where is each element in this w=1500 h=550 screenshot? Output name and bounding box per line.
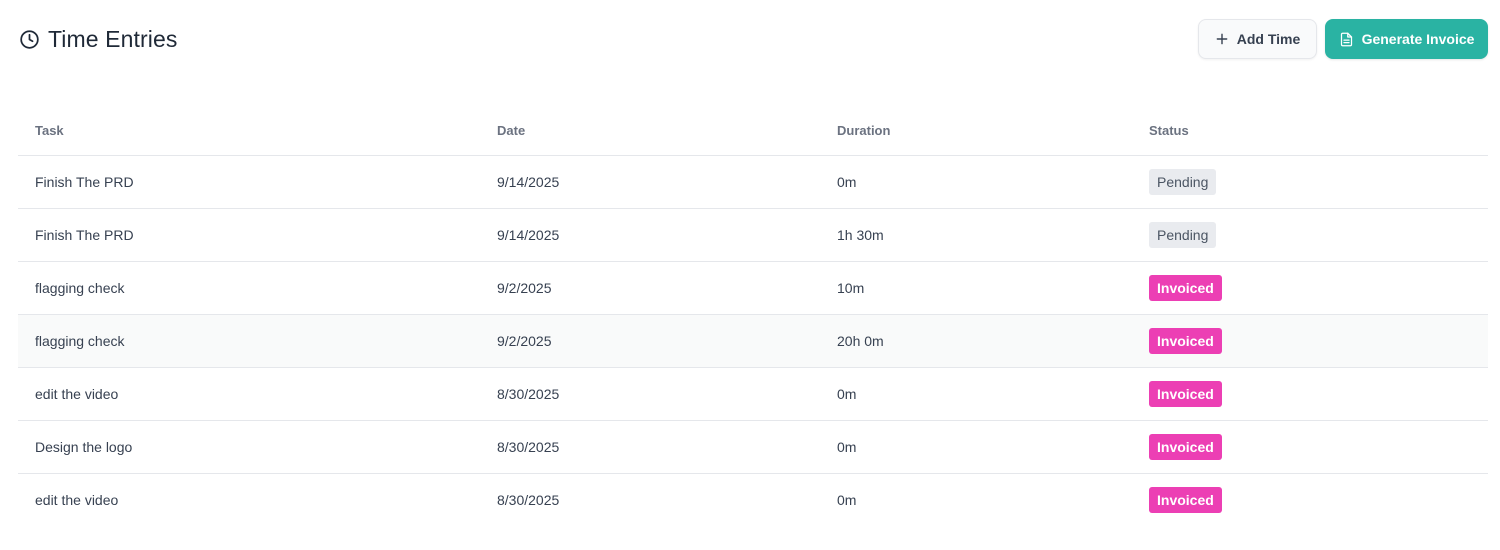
title-group: Time Entries: [18, 26, 177, 53]
status-badge: Pending: [1149, 169, 1217, 195]
plus-icon: [1215, 32, 1229, 46]
task-cell: Finish The PRD: [35, 227, 134, 243]
date-cell: 8/30/2025: [497, 386, 560, 402]
task-cell: edit the video: [35, 386, 119, 402]
table-row[interactable]: Design the logo 8/30/2025 0m Invoiced: [18, 421, 1488, 474]
date-cell: 8/30/2025: [497, 492, 560, 508]
table-header-row: Task Date Duration Status: [18, 105, 1488, 156]
time-entries-page: Time Entries Add Time Generate Invoice T…: [0, 0, 1500, 550]
duration-cell: 0m: [837, 174, 857, 190]
header-actions: Add Time Generate Invoice: [1198, 19, 1488, 59]
duration-cell: 0m: [837, 439, 857, 455]
add-time-label: Add Time: [1236, 31, 1301, 47]
clock-icon: [18, 29, 40, 51]
column-header-task[interactable]: Task: [35, 123, 64, 138]
page-header: Time Entries Add Time Generate Invoice: [18, 0, 1488, 80]
date-cell: 8/30/2025: [497, 439, 560, 455]
table-row[interactable]: edit the video 8/30/2025 0m Invoiced: [18, 368, 1488, 421]
generate-invoice-label: Generate Invoice: [1361, 31, 1475, 47]
add-time-button[interactable]: Add Time: [1198, 19, 1317, 59]
time-entries-table: Task Date Duration Status Finish The PRD…: [18, 105, 1488, 526]
status-badge: Pending: [1149, 222, 1217, 248]
date-cell: 9/14/2025: [497, 174, 560, 190]
duration-cell: 20h 0m: [837, 333, 884, 349]
task-cell: Design the logo: [35, 439, 133, 455]
date-cell: 9/14/2025: [497, 227, 560, 243]
column-header-date[interactable]: Date: [497, 123, 525, 138]
status-badge: Invoiced: [1149, 275, 1222, 301]
task-cell: flagging check: [35, 333, 125, 349]
column-header-duration[interactable]: Duration: [837, 123, 890, 138]
task-cell: Finish The PRD: [35, 174, 134, 190]
table-row[interactable]: Finish The PRD 9/14/2025 0m Pending: [18, 156, 1488, 209]
task-cell: flagging check: [35, 280, 125, 296]
page-title: Time Entries: [48, 26, 178, 52]
document-icon: [1339, 32, 1354, 47]
status-badge: Invoiced: [1149, 328, 1222, 354]
table-row[interactable]: flagging check 9/2/2025 20h 0m Invoiced: [18, 315, 1488, 368]
date-cell: 9/2/2025: [497, 333, 552, 349]
task-cell: edit the video: [35, 492, 119, 508]
status-badge: Invoiced: [1149, 487, 1222, 513]
status-badge: Invoiced: [1149, 381, 1222, 407]
duration-cell: 10m: [837, 280, 865, 296]
column-header-status[interactable]: Status: [1149, 123, 1189, 138]
date-cell: 9/2/2025: [497, 280, 552, 296]
duration-cell: 0m: [837, 492, 857, 508]
generate-invoice-button[interactable]: Generate Invoice: [1325, 19, 1488, 59]
table-row[interactable]: Finish The PRD 9/14/2025 1h 30m Pending: [18, 209, 1488, 262]
status-badge: Invoiced: [1149, 434, 1222, 460]
table-row[interactable]: edit the video 8/30/2025 0m Invoiced: [18, 474, 1488, 526]
table-row[interactable]: flagging check 9/2/2025 10m Invoiced: [18, 262, 1488, 315]
duration-cell: 0m: [837, 386, 857, 402]
duration-cell: 1h 30m: [837, 227, 884, 243]
